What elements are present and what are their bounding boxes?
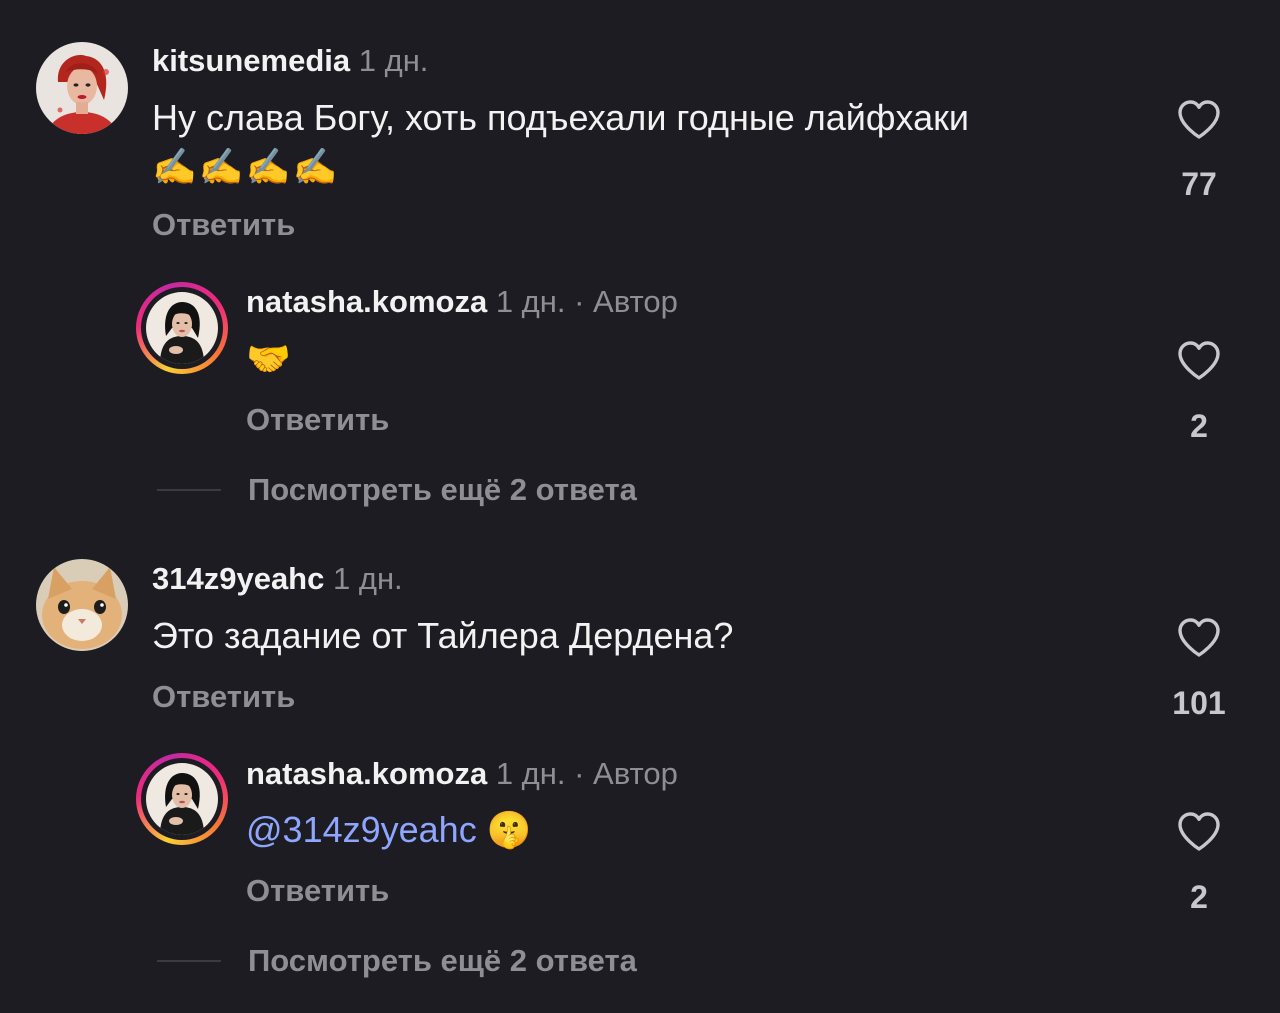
view-more-replies-label[interactable]: Посмотреть ещё 2 ответа — [248, 943, 637, 979]
divider — [157, 960, 221, 962]
woman-portrait-icon — [36, 42, 128, 134]
comment-header: 314z9yeahc 1 дн. — [152, 561, 403, 597]
comment-header: kitsunemedia 1 дн. — [152, 43, 428, 79]
like-count: 2 — [1190, 408, 1208, 444]
like-button[interactable] — [1175, 614, 1223, 662]
avatar[interactable] — [136, 753, 228, 845]
mention-link[interactable]: @314z9yeahc — [246, 809, 477, 850]
username[interactable]: natasha.komoza — [246, 756, 487, 791]
heart-icon — [1178, 100, 1220, 139]
heart-icon — [1178, 812, 1220, 851]
shushing-face-icon: 🤫 — [486, 809, 532, 850]
avatar[interactable] — [136, 282, 228, 374]
comment-text: Ну слава Богу, хоть подъехали годные лай… — [152, 97, 970, 138]
comment-text: @314z9yeahc 🤫 — [246, 809, 532, 851]
comment-emoji: ✍️✍️✍️✍️ — [152, 146, 340, 187]
reply-button[interactable]: Ответить — [152, 207, 295, 243]
like-count: 2 — [1190, 879, 1208, 915]
timestamp: 1 дн. · Автор — [495, 756, 678, 791]
reply-button[interactable]: Ответить — [246, 873, 389, 909]
comment-text: Это задание от Тайлера Дердена? — [152, 615, 734, 656]
like-count: 101 — [1172, 685, 1226, 721]
comment-emoji: 🤝 — [246, 338, 293, 379]
reply-button[interactable]: Ответить — [152, 679, 295, 715]
view-more-replies-label[interactable]: Посмотреть ещё 2 ответа — [248, 472, 637, 508]
woman-portrait-icon — [146, 292, 218, 364]
divider — [157, 489, 221, 491]
cat-avatar-icon — [36, 559, 128, 651]
timestamp: 1 дн. — [358, 43, 429, 78]
comment-header: natasha.komoza 1 дн. · Автор — [246, 284, 678, 320]
like-button[interactable] — [1175, 337, 1223, 385]
like-count: 77 — [1181, 166, 1217, 202]
username[interactable]: 314z9yeahc — [152, 561, 324, 596]
woman-portrait-icon — [146, 763, 218, 835]
avatar[interactable] — [36, 559, 128, 651]
reply-button[interactable]: Ответить — [246, 402, 389, 438]
username[interactable]: kitsunemedia — [152, 43, 350, 78]
username[interactable]: natasha.komoza — [246, 284, 487, 319]
heart-icon — [1178, 618, 1220, 657]
like-button[interactable] — [1175, 808, 1223, 856]
timestamp: 1 дн. — [333, 561, 403, 596]
like-button[interactable] — [1175, 96, 1223, 144]
avatar[interactable] — [36, 42, 128, 134]
heart-icon — [1178, 341, 1220, 380]
comment-header: natasha.komoza 1 дн. · Автор — [246, 756, 678, 792]
timestamp: 1 дн. · Автор — [495, 284, 678, 319]
